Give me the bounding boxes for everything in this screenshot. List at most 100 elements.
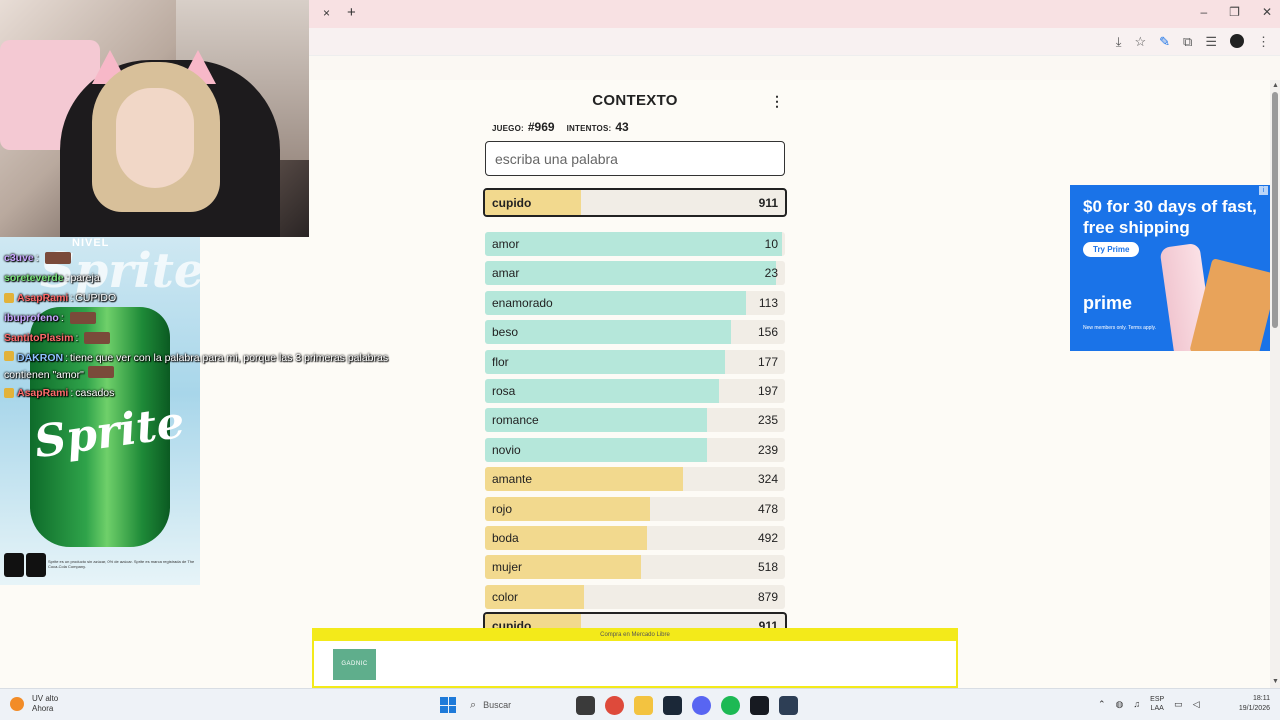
guess-rank: 235 bbox=[757, 413, 778, 428]
guess-bar bbox=[485, 379, 719, 403]
new-tab-button[interactable]: + bbox=[347, 4, 356, 21]
guess-word: cupido bbox=[492, 195, 532, 210]
chat-message: soreteverde: pareja bbox=[0, 268, 420, 288]
guess-word: beso bbox=[492, 325, 519, 340]
chat-username: DAKRON bbox=[17, 352, 64, 364]
chat-username: SantitoPlasim bbox=[4, 332, 74, 344]
guess-rank: 113 bbox=[758, 295, 778, 310]
guess-word: enamorado bbox=[492, 295, 553, 310]
guess-row: color 879 bbox=[485, 584, 785, 609]
clock[interactable]: 18:11 19/1/2026 bbox=[1226, 694, 1270, 714]
guess-word: color bbox=[492, 589, 519, 604]
guess-row: boda 492 bbox=[485, 526, 785, 550]
guess-rank: 911 bbox=[758, 195, 778, 210]
warning-badges bbox=[4, 553, 46, 577]
guess-word: novio bbox=[492, 442, 521, 457]
system-tray: ⌃ ◍ ♫ ESP LAA ▭ ◁ bbox=[1098, 695, 1200, 713]
game-stats: JUEGO: #969 INTENTOS: 43 bbox=[492, 120, 641, 134]
language-indicator[interactable]: ESP LAA bbox=[1150, 695, 1164, 713]
scroll-up-icon[interactable]: ▲ bbox=[1272, 82, 1279, 89]
windows-taskbar: UV alto Ahora ⌕ Buscar ⌃ ◍ ♫ ESP LAA ▭ ◁… bbox=[0, 688, 1280, 720]
guess-word: amar bbox=[492, 266, 520, 281]
install-icon[interactable]: ⤓ bbox=[1116, 34, 1122, 50]
weather-time: Ahora bbox=[32, 704, 54, 713]
chat-separator: : bbox=[60, 312, 64, 324]
subscriber-badge-icon bbox=[4, 351, 14, 361]
keyboard-layout: LAA bbox=[1150, 705, 1164, 712]
guess-word: mujer bbox=[492, 560, 523, 575]
network-icon[interactable]: ◍ bbox=[1116, 699, 1124, 710]
guess-row: mujer 518 bbox=[485, 555, 785, 580]
translate-icon[interactable]: ✎ bbox=[1159, 34, 1170, 50]
warning-badge bbox=[4, 553, 24, 577]
menu-icon[interactable]: ⋮ bbox=[1257, 34, 1270, 50]
chat-emote-icon bbox=[84, 332, 111, 344]
chat-message: ibuprofeno: bbox=[0, 308, 420, 328]
chat-emote-icon bbox=[69, 312, 96, 324]
scroll-down-icon[interactable]: ▼ bbox=[1272, 678, 1279, 685]
chat-username: c3uve bbox=[4, 252, 34, 264]
guess-rank: 879 bbox=[757, 589, 778, 604]
minimize-icon[interactable]: – bbox=[1200, 5, 1207, 19]
guess-bar bbox=[485, 349, 725, 374]
windows-start-icon[interactable] bbox=[440, 697, 456, 713]
page-title: CONTEXTO bbox=[592, 92, 678, 109]
close-tab-icon[interactable]: × bbox=[323, 6, 330, 20]
window-controls: – ❐ ✕ bbox=[1200, 5, 1272, 19]
chat-message: AsapRami: CUPIDO bbox=[0, 288, 420, 308]
guess-word: amante bbox=[492, 472, 533, 487]
guess-rank: 518 bbox=[757, 560, 778, 575]
try-prime-button[interactable]: Try Prime bbox=[1083, 242, 1140, 257]
warning-badge bbox=[26, 553, 46, 577]
tray-chevron-icon[interactable]: ⌃ bbox=[1098, 699, 1106, 710]
profile-icon[interactable] bbox=[1230, 34, 1244, 48]
guess-row: enamorado 113 bbox=[485, 290, 785, 315]
folder-icon[interactable] bbox=[634, 695, 653, 715]
extensions-icon[interactable]: ⧉ bbox=[1183, 34, 1192, 50]
guess-rank: 156 bbox=[757, 325, 778, 340]
app-icon[interactable] bbox=[779, 695, 798, 715]
guess-word: flor bbox=[492, 354, 509, 369]
guess-row: beso 156 bbox=[485, 320, 785, 345]
game-menu-icon[interactable]: ⋮ bbox=[770, 93, 784, 110]
chat-separator: : bbox=[35, 252, 39, 264]
restore-icon[interactable]: ❐ bbox=[1229, 5, 1240, 19]
display-icon[interactable]: ▭ bbox=[1174, 699, 1183, 710]
discord-icon[interactable] bbox=[692, 695, 711, 715]
ad-legal-text: Sprite es un producto sin azúcar, 0% de … bbox=[48, 559, 195, 569]
gadnic-logo[interactable]: GADNIC bbox=[333, 649, 376, 680]
guess-word: boda bbox=[492, 531, 519, 545]
ad-choices-icon[interactable]: i bbox=[1259, 186, 1268, 195]
close-window-icon[interactable]: ✕ bbox=[1262, 5, 1272, 19]
steam-alt-icon[interactable] bbox=[663, 695, 682, 715]
ad-terms: New members only. Terms apply. bbox=[1083, 325, 1157, 331]
steam-icon[interactable] bbox=[750, 695, 769, 715]
guess-rank: 492 bbox=[757, 531, 778, 545]
taskbar-search[interactable]: ⌕ Buscar bbox=[466, 695, 566, 715]
volume-icon[interactable]: ◁ bbox=[1193, 699, 1200, 710]
subscriber-badge-icon bbox=[4, 388, 14, 398]
chat-username: ibuprofeno bbox=[4, 312, 59, 324]
amazon-prime-ad[interactable]: i $0 for 30 days of fast, free shipping … bbox=[1070, 185, 1270, 351]
spotify-icon[interactable] bbox=[721, 695, 740, 715]
chrome-icon[interactable] bbox=[605, 695, 624, 715]
bottom-banner-ad[interactable]: Compra en Mercado Libre GADNIC bbox=[312, 628, 958, 688]
reading-list-icon[interactable]: ☰ bbox=[1205, 34, 1217, 50]
guess-input[interactable] bbox=[485, 141, 785, 176]
guess-word: rojo bbox=[492, 501, 513, 516]
guess-row: rojo 478 bbox=[485, 496, 785, 521]
attempts-count: 43 bbox=[615, 120, 629, 134]
weather-widget[interactable]: UV alto Ahora bbox=[10, 694, 58, 714]
game-number: #969 bbox=[527, 120, 555, 134]
prime-logo: prime bbox=[1083, 293, 1133, 313]
guess-row: flor 177 bbox=[485, 349, 785, 374]
mic-icon[interactable]: ♫ bbox=[1133, 699, 1140, 709]
files-icon[interactable] bbox=[576, 695, 595, 715]
guess-rank: 478 bbox=[757, 501, 778, 516]
sun-icon bbox=[10, 697, 24, 711]
star-icon[interactable]: ☆ bbox=[1134, 34, 1146, 50]
chat-separator: : bbox=[70, 292, 74, 304]
ad-headline: $0 for 30 days of fast, free shipping bbox=[1083, 197, 1257, 237]
chat-separator: : bbox=[65, 272, 69, 284]
scroll-thumb[interactable] bbox=[1272, 92, 1278, 328]
